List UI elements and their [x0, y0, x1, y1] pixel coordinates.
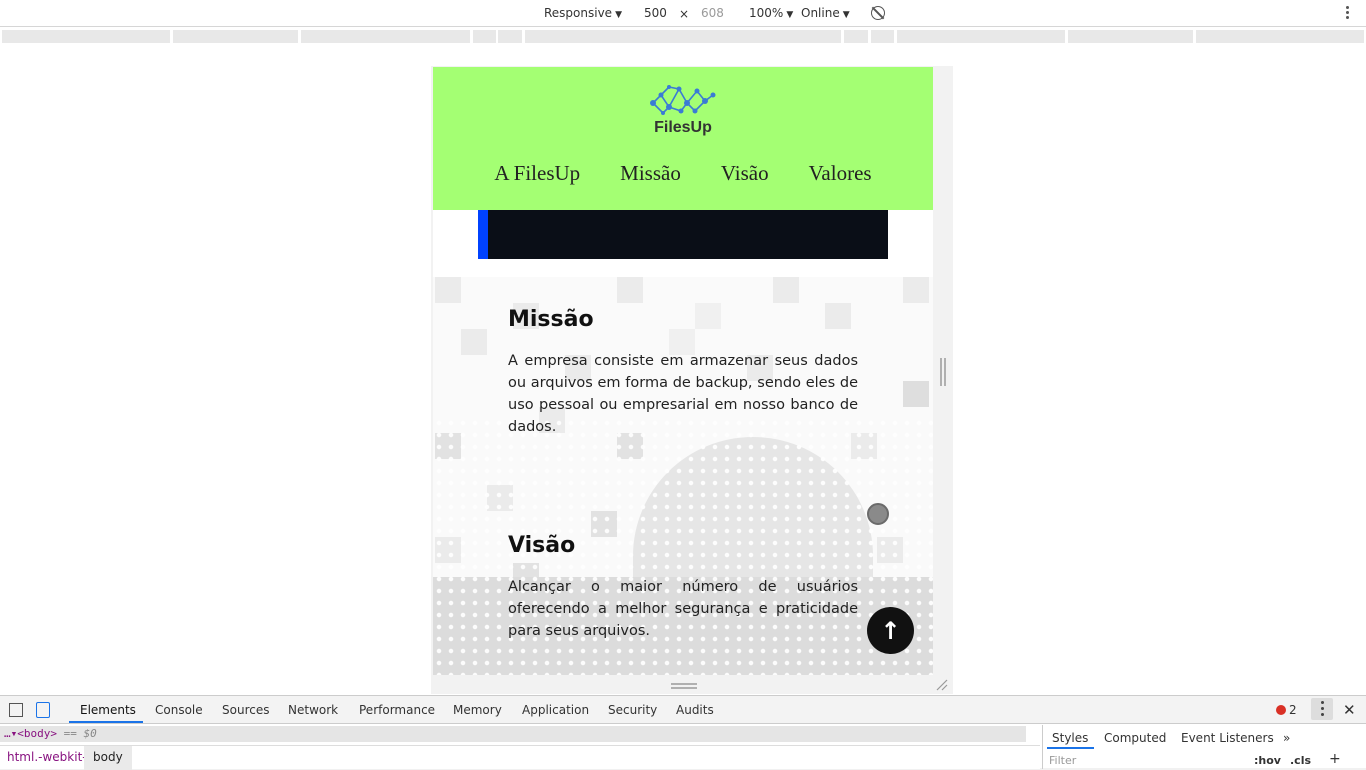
- styles-filter-input[interactable]: Filter: [1049, 754, 1076, 767]
- emulated-page: FilesUp A FilesUp Missão Visão Valores M…: [433, 67, 933, 675]
- chevron-down-icon: ▼: [615, 10, 622, 20]
- resize-handle-bottom[interactable]: [671, 683, 697, 689]
- site-header: FilesUp A FilesUp Missão Visão Valores: [433, 67, 933, 210]
- dom-node-body[interactable]: …▾<body> == $0: [0, 726, 1026, 742]
- media-query-segment[interactable]: [525, 30, 841, 43]
- chevron-down-icon: ▼: [786, 10, 794, 20]
- media-query-segment[interactable]: [1068, 30, 1193, 43]
- close-icon[interactable]: ✕: [1343, 701, 1356, 719]
- dom-tag: <body>: [17, 727, 57, 740]
- customize-devtools-icon[interactable]: [1311, 698, 1333, 720]
- hov-toggle[interactable]: :hov: [1254, 754, 1281, 767]
- tab-computed[interactable]: Computed: [1104, 731, 1166, 745]
- device-toolbar-icon[interactable]: [36, 702, 50, 718]
- tab-styles[interactable]: Styles: [1052, 731, 1088, 745]
- tab-elements[interactable]: Elements: [80, 703, 136, 717]
- tab-audits[interactable]: Audits: [676, 703, 714, 717]
- device-select[interactable]: Responsive ▼: [544, 6, 622, 20]
- media-query-segment[interactable]: [498, 30, 522, 43]
- error-count: 2: [1289, 703, 1297, 717]
- filesup-logo[interactable]: FilesUp: [647, 83, 719, 139]
- media-query-segment[interactable]: [897, 30, 1065, 43]
- width-input[interactable]: 500: [638, 4, 673, 22]
- breadcrumb: html.-webkit- body: [0, 745, 1040, 770]
- touch-cursor: [867, 503, 889, 525]
- elements-pane: …▾<body> == $0 html.-webkit- body: [0, 725, 1040, 770]
- media-query-segment[interactable]: [2, 30, 170, 43]
- tab-performance[interactable]: Performance: [359, 703, 435, 717]
- dark-card: [478, 210, 888, 259]
- tab-network[interactable]: Network: [288, 703, 338, 717]
- zoom-label: 100%: [749, 6, 784, 20]
- card-accent-bar: [478, 210, 488, 259]
- media-query-segment[interactable]: [871, 30, 894, 43]
- vision-text: Alcançar o maior número de usuários ofer…: [508, 579, 858, 639]
- inspect-element-icon[interactable]: [9, 703, 23, 717]
- mission-text: A empresa consiste em armazenar seus dad…: [508, 353, 858, 435]
- nav-item-missao[interactable]: Missão: [620, 161, 681, 186]
- devtools-panel: Elements Console Sources Network Perform…: [0, 695, 1366, 770]
- throttle-select[interactable]: Online ▼: [801, 6, 850, 20]
- device-toolbar: Responsive ▼ 500 × 608 100% ▼ Online ▼: [0, 0, 1366, 27]
- tab-sources[interactable]: Sources: [222, 703, 269, 717]
- dimension-separator: ×: [679, 7, 690, 21]
- arrow-up-icon: ↑: [880, 616, 901, 645]
- nav-item-visao[interactable]: Visão: [721, 161, 769, 186]
- nav-item-a-filesup[interactable]: A FilesUp: [494, 161, 580, 186]
- tab-event-listeners[interactable]: Event Listeners: [1181, 731, 1274, 745]
- media-query-bar: [0, 27, 1366, 45]
- more-tabs-icon[interactable]: »: [1283, 731, 1290, 745]
- active-tab-indicator: [69, 721, 143, 723]
- expand-arrow-icon[interactable]: …▾: [4, 727, 17, 740]
- dom-selected-ref: == $0: [63, 727, 97, 740]
- add-rule-button[interactable]: +: [1329, 751, 1341, 767]
- scroll-to-top-button[interactable]: ↑: [867, 607, 914, 654]
- error-icon: [1276, 705, 1286, 715]
- tab-console[interactable]: Console: [155, 703, 203, 717]
- styles-pane: Styles Computed Event Listeners » Filter…: [1042, 725, 1366, 769]
- device-select-label: Responsive: [544, 6, 613, 20]
- media-query-segment[interactable]: [473, 30, 496, 43]
- breadcrumb-html[interactable]: html.-webkit-: [7, 750, 87, 764]
- tab-memory[interactable]: Memory: [453, 703, 502, 717]
- breadcrumb-body[interactable]: body: [84, 746, 132, 770]
- mission-section: Missão A empresa consiste em armazenar s…: [508, 307, 858, 438]
- zoom-select[interactable]: 100% ▼: [749, 6, 793, 20]
- more-options-icon[interactable]: [1343, 4, 1351, 22]
- height-input[interactable]: 608: [695, 4, 730, 22]
- nav-item-valores[interactable]: Valores: [809, 161, 872, 186]
- mission-title: Missão: [508, 307, 594, 332]
- resize-handle-right[interactable]: [940, 358, 946, 386]
- chevron-down-icon: ▼: [842, 10, 850, 20]
- vision-title: Visão: [508, 533, 576, 558]
- tab-application[interactable]: Application: [522, 703, 589, 717]
- network-logo-icon: [650, 85, 716, 115]
- vision-section: Visão Alcançar o maior número de usuário…: [508, 533, 858, 642]
- cls-toggle[interactable]: .cls: [1290, 754, 1311, 767]
- error-counter[interactable]: 2: [1276, 703, 1297, 717]
- media-query-segment[interactable]: [1196, 30, 1364, 43]
- logo-text: FilesUp: [654, 119, 712, 136]
- tab-security[interactable]: Security: [608, 703, 657, 717]
- main-nav: A FilesUp Missão Visão Valores: [433, 161, 933, 186]
- media-query-segment[interactable]: [173, 30, 298, 43]
- resize-corner-icon[interactable]: [936, 679, 948, 691]
- media-query-segment[interactable]: [844, 30, 868, 43]
- rotate-icon[interactable]: [871, 6, 885, 20]
- active-tab-indicator: [1047, 747, 1094, 749]
- throttle-label: Online: [801, 6, 840, 20]
- media-query-segment[interactable]: [301, 30, 470, 43]
- devtools-tabbar: Elements Console Sources Network Perform…: [0, 696, 1366, 724]
